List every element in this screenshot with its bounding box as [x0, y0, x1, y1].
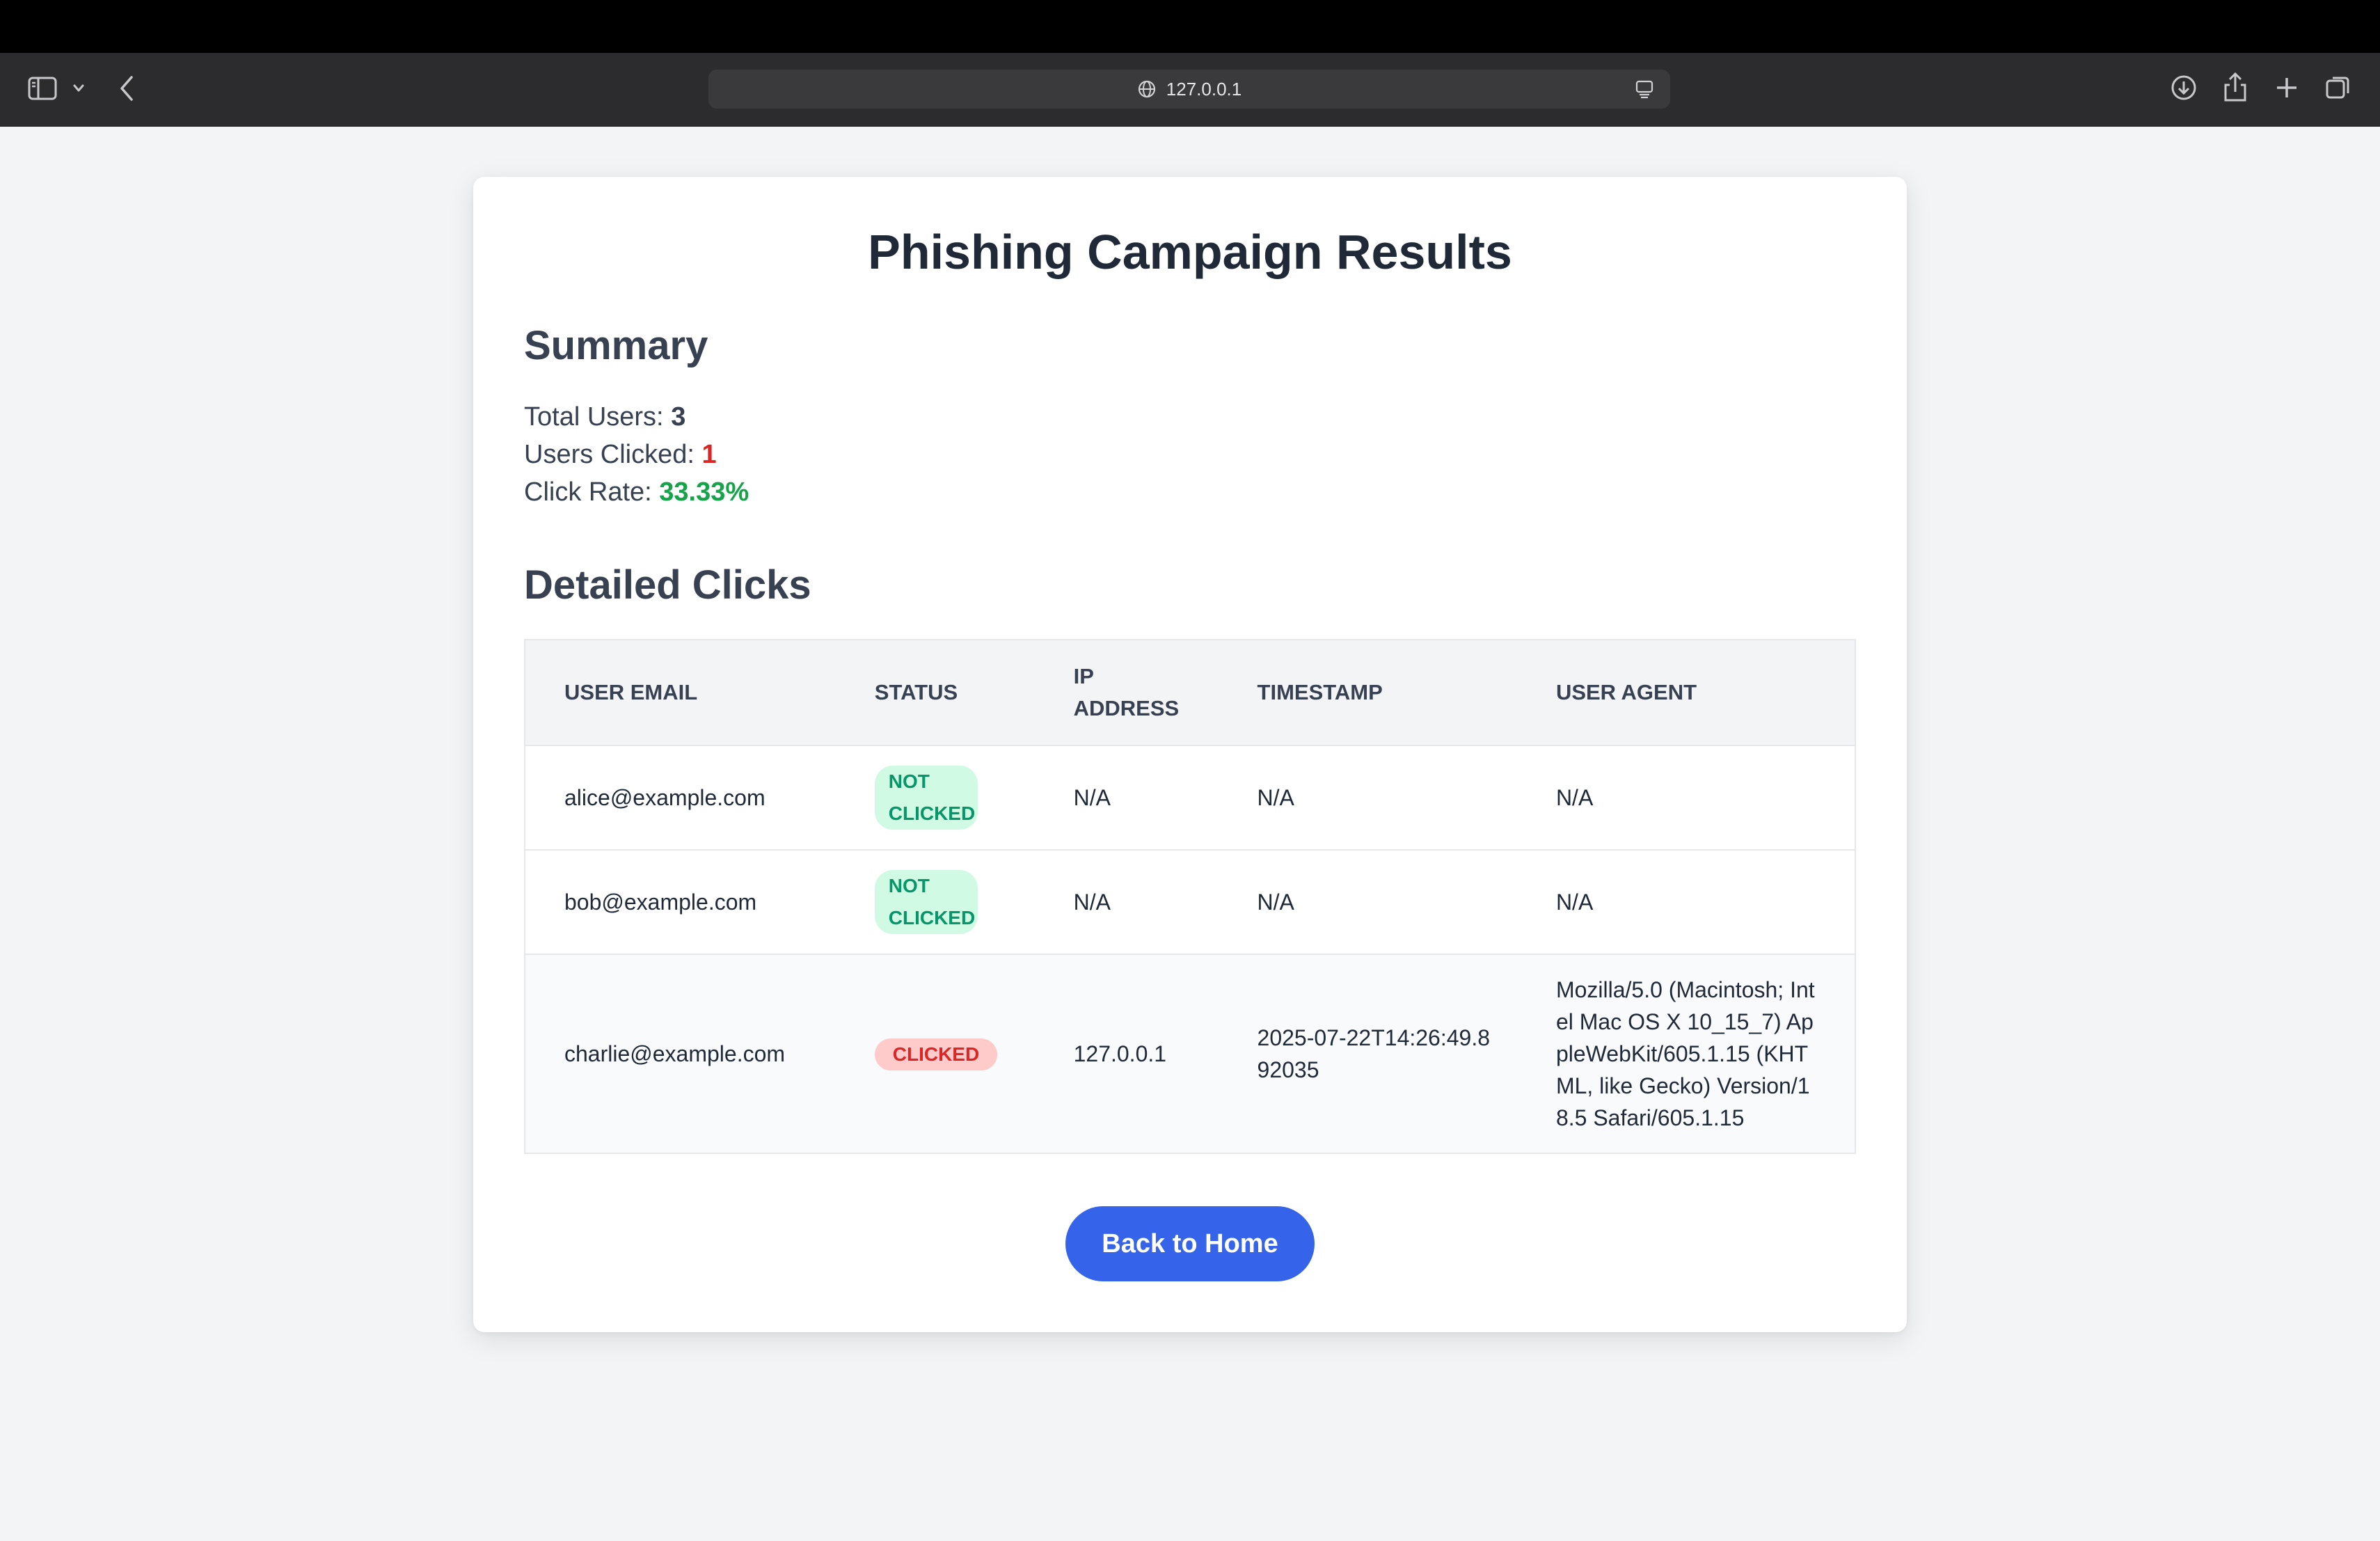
url-text: 127.0.0.1	[1166, 78, 1242, 100]
browser-toolbar: 127.0.0.1	[0, 53, 2380, 127]
table-row: alice@example.com NOT CLICKED N/A N/A N/…	[525, 745, 1855, 851]
total-users-value: 3	[671, 402, 686, 432]
tab-overview-icon[interactable]	[2324, 74, 2352, 102]
back-to-home-button[interactable]: Back to Home	[1065, 1206, 1315, 1281]
detailed-clicks-heading: Detailed Clicks	[524, 562, 811, 608]
column-header-user-agent: USER AGENT	[1516, 640, 1855, 746]
new-tab-icon[interactable]	[2273, 74, 2301, 102]
email-cell: bob@example.com	[525, 850, 836, 955]
download-icon[interactable]	[2170, 74, 2198, 102]
total-users-label: Total Users:	[524, 402, 664, 432]
column-header-ip: IP ADDRESS	[1034, 640, 1219, 746]
timestamp-cell: N/A	[1218, 850, 1517, 955]
ip-cell: 127.0.0.1	[1034, 954, 1219, 1154]
users-clicked-label: Users Clicked:	[524, 440, 695, 469]
table-row: charlie@example.com CLICKED 127.0.0.1 20…	[525, 954, 1855, 1154]
reader-mode-icon[interactable]	[1634, 79, 1655, 103]
table-header-row: USER EMAIL STATUS IP ADDRESS TIMESTAMP U…	[525, 640, 1855, 746]
ip-cell: N/A	[1034, 745, 1219, 851]
user-agent-cell: Mozilla/5.0 (Macintosh; Intel Mac OS X 1…	[1516, 954, 1855, 1154]
status-badge: NOT CLICKED	[874, 766, 978, 830]
chevron-down-icon[interactable]	[72, 84, 85, 93]
click-rate-value: 33.33%	[659, 477, 749, 507]
status-cell: NOT CLICKED	[835, 850, 1035, 955]
globe-icon	[1137, 79, 1157, 99]
back-arrow-icon[interactable]	[118, 74, 135, 102]
status-cell: NOT CLICKED	[835, 745, 1035, 851]
clicks-table: USER EMAIL STATUS IP ADDRESS TIMESTAMP U…	[524, 639, 1856, 1154]
address-bar[interactable]: 127.0.0.1	[708, 70, 1670, 109]
status-badge: CLICKED	[874, 1038, 998, 1070]
menu-bar	[0, 0, 2380, 53]
user-agent-cell: N/A	[1516, 745, 1855, 851]
page-title: Phishing Campaign Results	[868, 225, 1512, 279]
ip-cell: N/A	[1034, 850, 1219, 955]
sidebar-toggle-icon[interactable]	[28, 76, 57, 101]
status-badge: NOT CLICKED	[874, 870, 978, 934]
status-cell: CLICKED	[835, 954, 1035, 1154]
email-cell: charlie@example.com	[525, 954, 836, 1154]
click-rate-label: Click Rate:	[524, 477, 652, 507]
timestamp-cell: 2025-07-22T14:26:49.892035	[1218, 954, 1517, 1154]
click-rate-line: Click Rate: 33.33%	[524, 473, 749, 511]
results-card: Phishing Campaign Results Summary Total …	[473, 177, 1907, 1332]
total-users-line: Total Users: 3	[524, 398, 685, 436]
users-clicked-value: 1	[701, 440, 717, 469]
column-header-timestamp: TIMESTAMP	[1218, 640, 1517, 746]
user-agent-cell: N/A	[1516, 850, 1855, 955]
table-row: bob@example.com NOT CLICKED N/A N/A N/A	[525, 850, 1855, 955]
timestamp-cell: N/A	[1218, 745, 1517, 851]
column-header-email: USER EMAIL	[525, 640, 836, 746]
column-header-status: STATUS	[835, 640, 1035, 746]
share-icon[interactable]	[2221, 71, 2249, 103]
email-cell: alice@example.com	[525, 745, 836, 851]
users-clicked-line: Users Clicked: 1	[524, 436, 717, 473]
summary-heading: Summary	[524, 323, 708, 368]
